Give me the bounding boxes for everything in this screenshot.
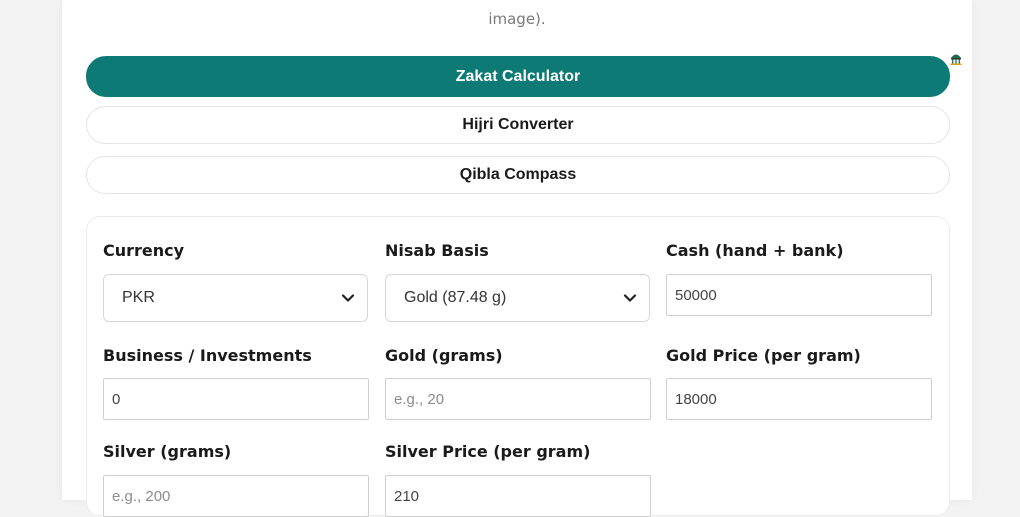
tab-qibla-compass[interactable]: Qibla Compass <box>86 156 950 194</box>
gold-grams-label: Gold (grams) <box>385 346 503 365</box>
gold-price-input[interactable]: 18000 <box>666 378 932 420</box>
tab-label: Zakat Calculator <box>455 67 581 85</box>
mosque-icon <box>950 54 962 65</box>
silver-price-input[interactable]: 210 <box>385 475 651 517</box>
nisab-basis-label: Nisab Basis <box>385 241 489 260</box>
silver-grams-label: Silver (grams) <box>103 442 232 461</box>
tab-hijri-converter[interactable]: Hijri Converter <box>86 106 950 144</box>
currency-value: PKR <box>122 289 155 306</box>
chevron-down-icon <box>623 294 637 302</box>
silver-grams-placeholder: e.g., 200 <box>112 487 171 505</box>
tab-label: Hijri Converter <box>462 116 574 133</box>
nisab-basis-value: Gold (87.48 g) <box>404 289 507 306</box>
business-input[interactable]: 0 <box>103 378 369 420</box>
cash-input[interactable]: 50000 <box>666 274 932 316</box>
silver-price-value: 210 <box>394 487 420 505</box>
tab-zakat-calculator[interactable]: Zakat Calculator <box>86 56 950 97</box>
currency-label: Currency <box>103 241 185 260</box>
intro-text: image). <box>488 10 546 28</box>
chevron-down-icon <box>341 294 355 302</box>
zakat-form-card <box>86 216 950 516</box>
app-page: image). Zakat Calculator Hijri Converter… <box>62 0 972 517</box>
silver-price-label: Silver Price (per gram) <box>385 442 591 461</box>
cash-value: 50000 <box>675 286 717 304</box>
silver-grams-input[interactable]: e.g., 200 <box>103 475 369 517</box>
gold-grams-input[interactable]: e.g., 20 <box>385 378 651 420</box>
tab-label: Qibla Compass <box>459 166 577 183</box>
business-label: Business / Investments <box>103 346 312 365</box>
cash-label: Cash (hand + bank) <box>666 241 844 260</box>
gold-price-label: Gold Price (per gram) <box>666 346 861 365</box>
business-value: 0 <box>112 390 121 408</box>
nisab-basis-select[interactable]: Gold (87.48 g) <box>385 274 650 322</box>
currency-select[interactable]: PKR <box>103 274 368 322</box>
gold-grams-placeholder: e.g., 20 <box>394 390 445 408</box>
gold-price-value: 18000 <box>675 390 717 408</box>
